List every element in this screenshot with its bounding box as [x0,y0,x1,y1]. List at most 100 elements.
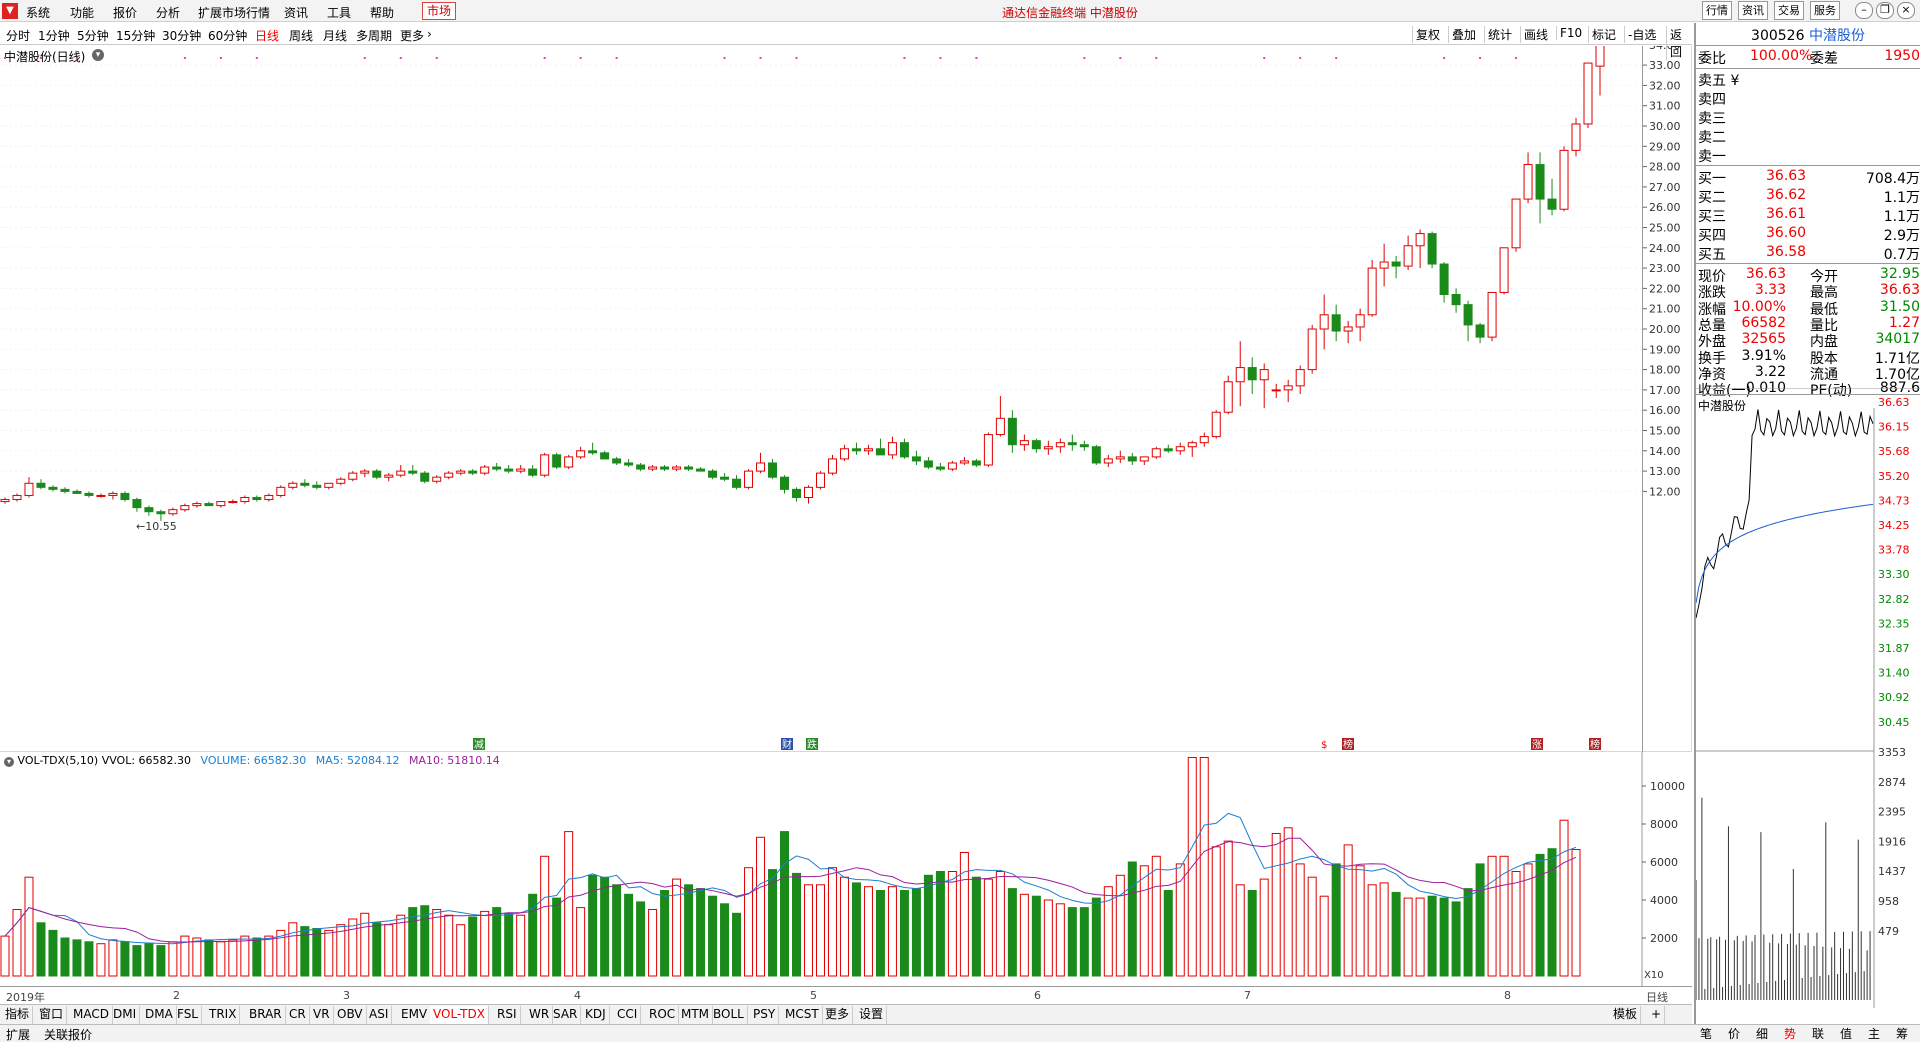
period-60min[interactable]: 60分钟 [208,27,247,44]
menu-tools[interactable]: 工具 [327,4,351,21]
tab-mtm[interactable]: MTM [678,1006,714,1024]
kline-chart[interactable]: 中潜股份(日线) ▾ 36.63←10.55减财跌$榜涨榜 [0,46,1692,752]
tab-brar[interactable]: BRAR [246,1006,286,1024]
tab-emv[interactable]: EMV [398,1006,432,1024]
candle-body [1463,304,1473,326]
candle-body [1007,417,1017,446]
candle-body [576,450,586,458]
period-weekly[interactable]: 周线 [289,27,313,44]
event-marker-1: 财 [782,738,792,751]
bottom-nav-5[interactable]: 值 [1834,1025,1858,1042]
time-label-jun: 6 [1034,989,1041,1002]
menu-system[interactable]: 系统 [26,4,50,21]
restore-icon[interactable]: ❐ [1876,2,1894,19]
price-axis: 36.0035.0034.0033.0032.0031.0030.0029.00… [1642,0,1694,752]
menu-help[interactable]: 帮助 [370,4,394,21]
tab-dma[interactable]: DMA [142,1006,177,1024]
tab-obv[interactable]: OBV [334,1006,367,1024]
tab-cr[interactable]: CR [286,1006,310,1024]
tool-overlay[interactable]: 叠加 [1448,26,1479,43]
tab-rsi[interactable]: RSI [494,1006,521,1024]
menu-analysis[interactable]: 分析 [156,4,180,21]
candle-body [1595,46,1605,67]
tab-roc[interactable]: ROC [646,1006,680,1024]
template-button[interactable]: 模板 [1610,1006,1642,1024]
menu-ext-market[interactable]: 扩展市场行情 [198,4,270,21]
candle-body [456,470,466,474]
tab-sar[interactable]: SAR [550,1006,582,1024]
tab-dmi[interactable]: DMI [110,1006,141,1024]
tool-mark[interactable]: 标记 [1588,26,1619,43]
period-indicator[interactable]: 日线 [1646,989,1668,1005]
top-button-quotes[interactable]: 行情 [1702,1,1732,20]
volume-bar [1547,848,1557,977]
close-icon[interactable]: × [1897,2,1915,19]
status-bar: 扩展 关联报价 [0,1024,1920,1042]
tab-更多[interactable]: 更多 [822,1006,854,1024]
minimize-icon[interactable]: – [1855,2,1873,19]
tool-draw[interactable]: 画线 [1520,26,1551,43]
period-daily[interactable]: 日线 [255,27,279,44]
menu-info[interactable]: 资讯 [284,4,308,21]
menu-quote[interactable]: 报价 [113,4,137,21]
volume-bar [1247,890,1257,977]
period-more[interactable]: 更多 [400,27,424,44]
tab-psy[interactable]: PSY [750,1006,780,1024]
volume-bar [1415,897,1425,977]
menu-function[interactable]: 功能 [70,4,94,21]
period-15min[interactable]: 15分钟 [116,27,155,44]
price-tick-label: 17.00 [1649,384,1681,397]
tab-trix[interactable]: TRIX [206,1006,241,1024]
bottom-nav-1[interactable]: 价 [1722,1025,1746,1042]
candle-body [252,496,262,501]
top-button-service[interactable]: 服务 [1810,1,1840,20]
tab-窗口[interactable]: 窗口 [36,1006,68,1024]
tool-stats[interactable]: 统计 [1484,26,1515,43]
tab-kdj[interactable]: KDJ [582,1006,610,1024]
tab-boll[interactable]: BOLL [710,1006,748,1024]
bottom-nav-2[interactable]: 细 [1750,1025,1774,1042]
status-related-quote[interactable]: 关联报价 [44,1026,92,1043]
tool-watchlist[interactable]: -自选 [1624,26,1659,43]
candle-body [1127,456,1137,462]
market-button[interactable]: 市场 [422,2,457,20]
period-30min[interactable]: 30分钟 [162,27,201,44]
period-monthly[interactable]: 月线 [323,27,347,44]
tab-vr[interactable]: VR [310,1006,334,1024]
tab-mcst[interactable]: MCST [782,1006,823,1024]
price-tick-label: 22.00 [1649,282,1681,295]
volume-bar [0,935,10,977]
tool-fuquan[interactable]: 复权 [1412,26,1443,43]
period-multi[interactable]: 多周期 [356,27,392,44]
add-tab-icon[interactable]: + [1648,1006,1666,1024]
chevron-right-icon[interactable]: › [427,27,432,41]
volume-bar [1031,895,1041,977]
bottom-nav-3[interactable]: 势 [1778,1025,1802,1042]
bottom-nav-0[interactable]: 笔 [1694,1025,1718,1042]
period-5min[interactable]: 5分钟 [77,27,109,44]
candle-body [744,470,754,488]
bottom-nav-7[interactable]: 筹 [1890,1025,1914,1042]
tab-macd[interactable]: MACD [70,1006,113,1024]
intraday-mini-chart[interactable]: 36.63 36.15 35.68 35.20 34.73 34.25 33.78 33.30… [1696,388,1920,1012]
tab-指标[interactable]: 指标 [2,1006,34,1024]
bottom-nav-6[interactable]: 主 [1862,1025,1886,1042]
candle-body [1535,164,1545,200]
tab-cci[interactable]: CCI [614,1006,642,1024]
candle-body [660,466,670,470]
volume-panel[interactable]: ▾ VOL-TDX(5,10) VVOL: 66582.30 VOLUME: 6… [0,752,1692,986]
tool-f10[interactable]: F10 [1556,26,1585,40]
time-label-jul: 7 [1244,989,1251,1002]
app-logo-icon[interactable]: ▼ [2,3,18,19]
tab-设置[interactable]: 设置 [856,1006,888,1024]
buy-level-5-cell: 买五 [1698,247,1726,263]
period-1min[interactable]: 1分钟 [38,27,70,44]
period-fenshi[interactable]: 分时 [6,27,30,44]
top-button-news[interactable]: 资讯 [1738,1,1768,20]
top-button-trade[interactable]: 交易 [1774,1,1804,20]
status-extend[interactable]: 扩展 [6,1026,30,1043]
bottom-nav-4[interactable]: 联 [1806,1025,1830,1042]
tab-fsl[interactable]: FSL [174,1006,202,1024]
tab-asi[interactable]: ASI [366,1006,393,1024]
tab-vol-tdx[interactable]: VOL-TDX [430,1006,489,1024]
